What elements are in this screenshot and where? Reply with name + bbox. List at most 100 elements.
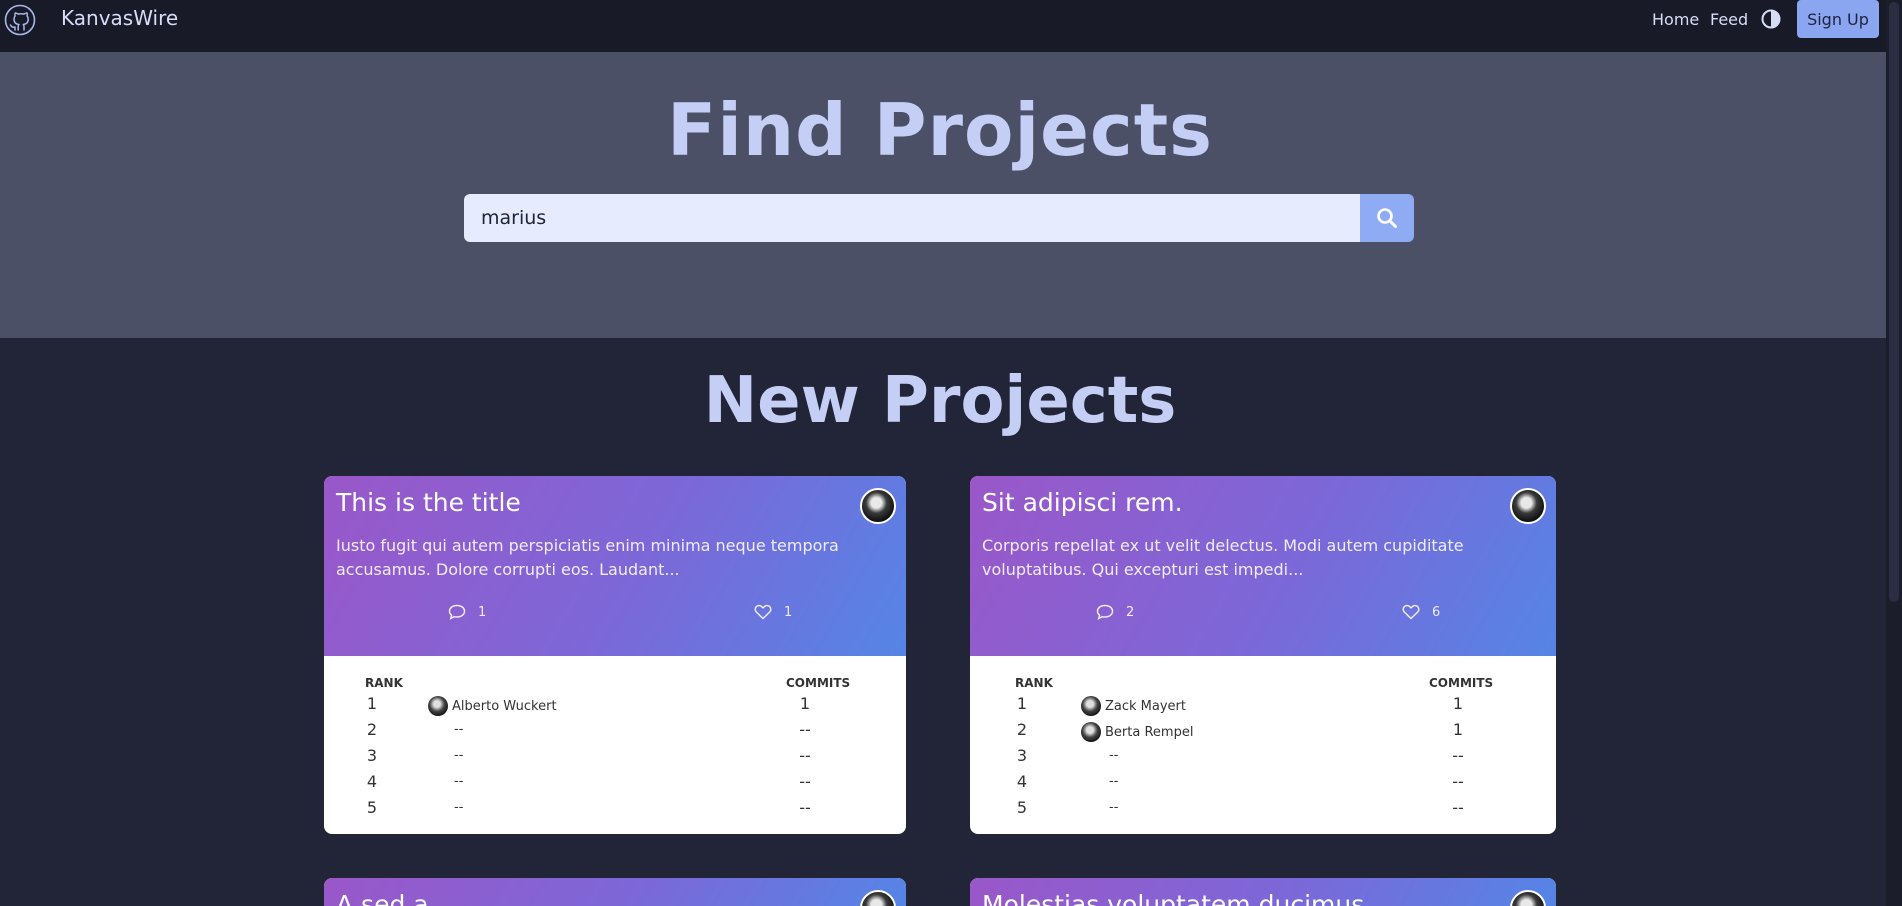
rank-cell: 2 (1016, 720, 1028, 739)
search-button[interactable] (1360, 194, 1414, 242)
comment-icon (448, 604, 466, 620)
user-name: Berta Rempel (1105, 724, 1194, 740)
contributors-table: RANK COMMITS 1 Alberto Wuckert 1 2 -- --… (324, 656, 906, 832)
card-title[interactable]: A sed a. (336, 890, 437, 906)
table-row: 3 -- -- (970, 746, 1556, 772)
user-avatar (1081, 696, 1101, 716)
user-name: Zack Mayert (1105, 698, 1186, 714)
owner-avatar[interactable] (1510, 488, 1546, 524)
top-navbar: KanvasWire Home Feed Sign Up (0, 0, 1886, 52)
page-scrollbar[interactable] (1886, 0, 1902, 906)
heart-icon (754, 604, 772, 620)
commits-header: COMMITS (786, 676, 851, 690)
table-row: 2 Berta Rempel 1 (970, 720, 1556, 746)
project-card[interactable]: A sed a. (324, 878, 906, 906)
user-cell: -- (1109, 748, 1119, 763)
user-avatar (428, 696, 448, 716)
rank-header: RANK (1015, 676, 1053, 690)
theme-toggle-icon[interactable] (1760, 8, 1782, 30)
heart-icon (1402, 604, 1420, 620)
user-cell: -- (454, 800, 464, 815)
card-header: This is the title Iusto fugit qui autem … (324, 476, 906, 656)
user-cell: -- (1109, 774, 1119, 789)
sign-up-button[interactable]: Sign Up (1797, 0, 1879, 38)
commits-cell: -- (799, 746, 811, 765)
table-row: 2 -- -- (324, 720, 906, 746)
user-cell: -- (454, 774, 464, 789)
table-row: 1 Alberto Wuckert 1 (324, 694, 906, 720)
like-count: 6 (1432, 604, 1441, 620)
like-stat[interactable]: 1 (754, 604, 792, 620)
comment-stat[interactable]: 1 (448, 604, 486, 620)
user-cell: -- (454, 748, 464, 763)
hero-section: Find Projects (0, 52, 1886, 338)
rank-cell: 4 (1016, 772, 1028, 791)
owner-avatar[interactable] (860, 890, 896, 906)
commits-cell: -- (799, 798, 811, 817)
section-title: New Projects (703, 364, 1177, 438)
commits-cell: -- (1452, 746, 1464, 765)
scrollbar-thumb[interactable] (1889, 2, 1899, 602)
comment-icon (1096, 604, 1114, 620)
table-row: 5 -- -- (324, 798, 906, 824)
card-description: Iusto fugit qui autem perspiciatis enim … (336, 536, 839, 579)
user-cell[interactable]: Zack Mayert (1081, 696, 1186, 716)
user-cell: -- (454, 722, 464, 737)
github-logo-icon[interactable] (4, 4, 36, 36)
rank-cell: 3 (1016, 746, 1028, 765)
card-title[interactable]: Molestias voluptatem ducimus. (982, 890, 1372, 906)
comment-count: 1 (478, 604, 487, 620)
card-description: Corporis repellat ex ut velit delectus. … (982, 536, 1464, 579)
table-row: 3 -- -- (324, 746, 906, 772)
like-stat[interactable]: 6 (1402, 604, 1440, 620)
rank-cell: 1 (366, 694, 378, 713)
commits-cell: -- (799, 720, 811, 739)
contributors-table: RANK COMMITS 1 Zack Mayert 1 2 Berta Rem… (970, 656, 1556, 832)
rank-cell: 3 (366, 746, 378, 765)
table-row: 4 -- -- (970, 772, 1556, 798)
rank-cell: 5 (1016, 798, 1028, 817)
commits-cell: 1 (1452, 694, 1464, 713)
rank-cell: 4 (366, 772, 378, 791)
user-avatar (1081, 722, 1101, 742)
like-count: 1 (784, 604, 793, 620)
commits-cell: -- (799, 772, 811, 791)
table-row: 5 -- -- (970, 798, 1556, 824)
owner-avatar[interactable] (1510, 890, 1546, 906)
card-title[interactable]: This is the title (336, 488, 894, 517)
rank-cell: 5 (366, 798, 378, 817)
search-bar (464, 194, 1414, 242)
search-icon (1377, 208, 1397, 228)
user-cell: -- (1109, 800, 1119, 815)
table-row: 1 Zack Mayert 1 (970, 694, 1556, 720)
project-card[interactable]: Sit adipisci rem. Corporis repellat ex u… (970, 476, 1556, 834)
comment-stat[interactable]: 2 (1096, 604, 1134, 620)
user-cell[interactable]: Berta Rempel (1081, 722, 1193, 742)
card-header: Sit adipisci rem. Corporis repellat ex u… (970, 476, 1556, 656)
commits-header: COMMITS (1429, 676, 1494, 690)
project-card[interactable]: Molestias voluptatem ducimus. (970, 878, 1556, 906)
commits-cell: 1 (1452, 720, 1464, 739)
project-card[interactable]: This is the title Iusto fugit qui autem … (324, 476, 906, 834)
commits-cell: -- (1452, 798, 1464, 817)
brand-name[interactable]: KanvasWire (61, 6, 178, 30)
user-cell[interactable]: Alberto Wuckert (428, 696, 557, 716)
card-stats: 2 6 (970, 604, 1556, 628)
search-input[interactable] (464, 194, 1360, 242)
comment-count: 2 (1126, 604, 1135, 620)
rank-cell: 1 (1016, 694, 1028, 713)
nav-home-link[interactable]: Home (1652, 10, 1699, 29)
card-stats: 1 1 (324, 604, 906, 628)
commits-cell: -- (1452, 772, 1464, 791)
card-title[interactable]: Sit adipisci rem. (982, 488, 1544, 517)
rank-cell: 2 (366, 720, 378, 739)
card-header: A sed a. (324, 878, 906, 906)
table-row: 4 -- -- (324, 772, 906, 798)
nav-feed-link[interactable]: Feed (1710, 10, 1748, 29)
card-header: Molestias voluptatem ducimus. (970, 878, 1556, 906)
commits-cell: 1 (799, 694, 811, 713)
user-name: Alberto Wuckert (452, 698, 557, 714)
rank-header: RANK (365, 676, 403, 690)
hero-title: Find Projects (667, 88, 1213, 172)
owner-avatar[interactable] (860, 488, 896, 524)
